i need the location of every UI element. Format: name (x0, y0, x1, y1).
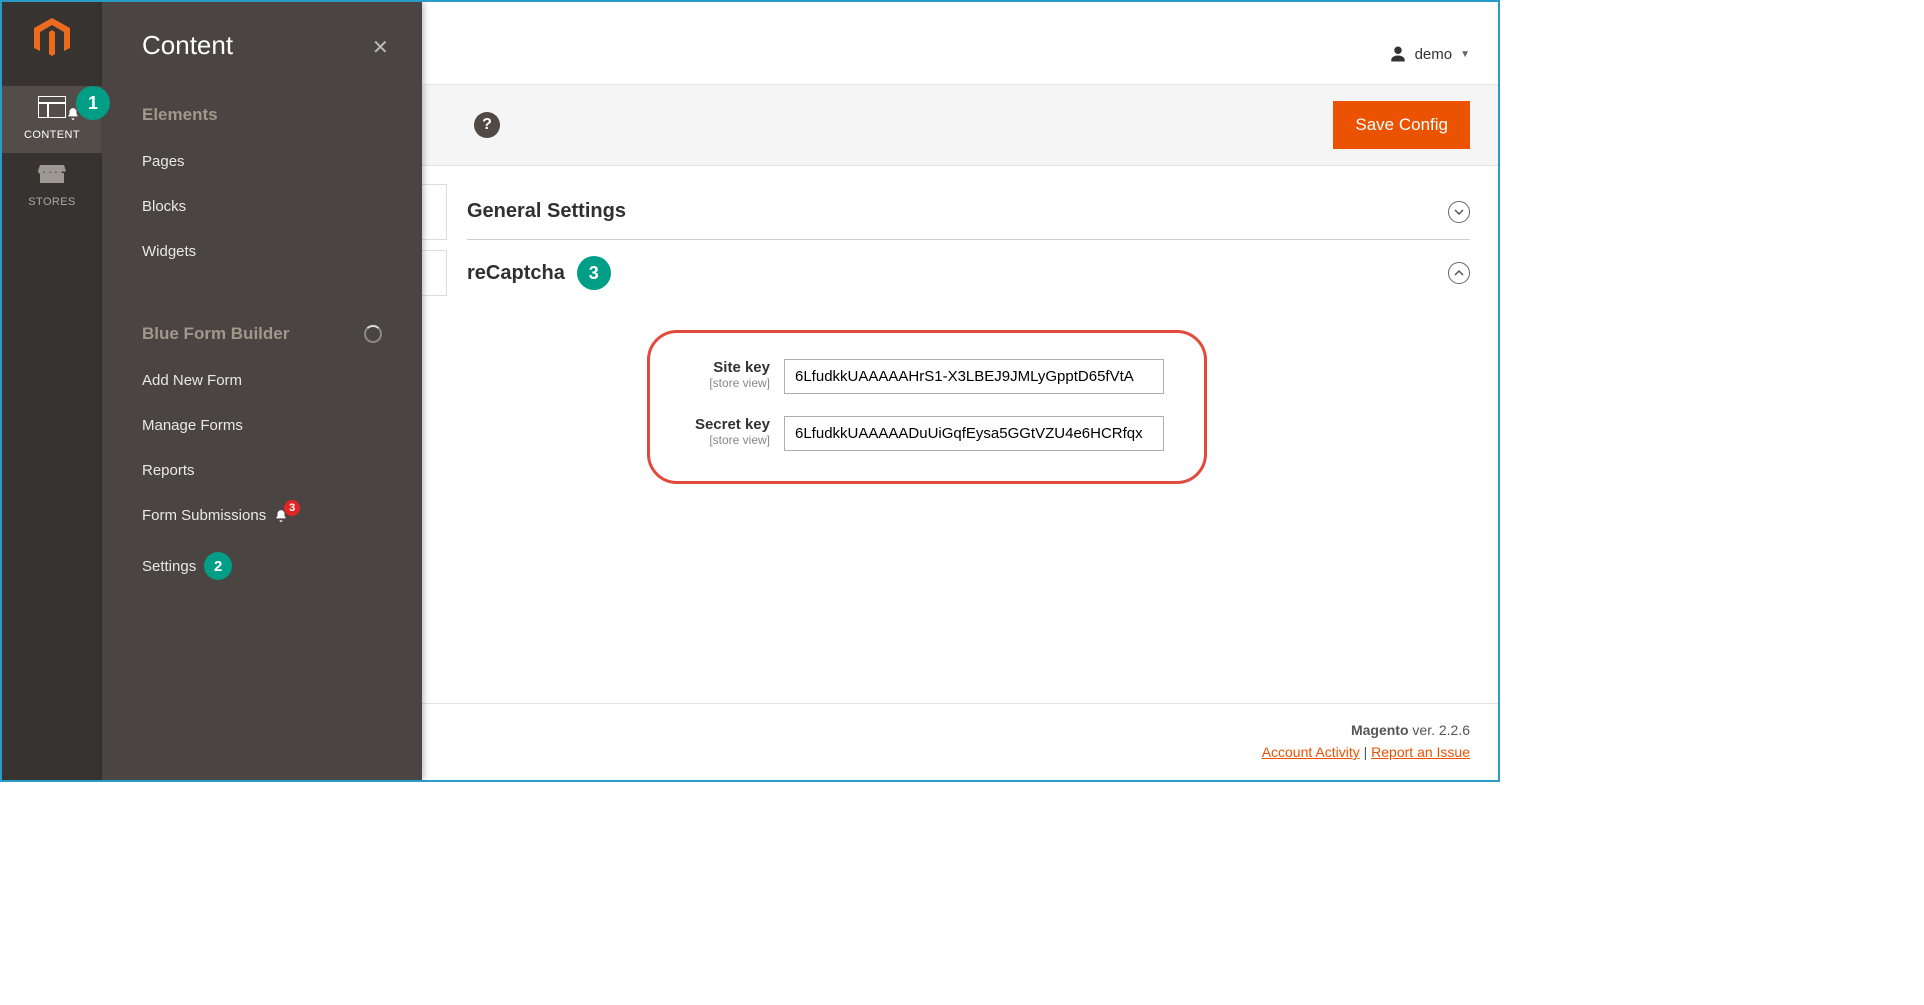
field-label: Site key (690, 359, 770, 376)
field-secret-key: Secret key [store view] (690, 416, 1164, 451)
report-issue-link[interactable]: Report an Issue (1371, 744, 1470, 760)
section-general-settings[interactable]: General Settings (467, 184, 1470, 240)
account-activity-link[interactable]: Account Activity (1262, 744, 1360, 760)
flyout-item-label: Form Submissions (142, 507, 266, 524)
collapse-icon (1448, 201, 1470, 223)
spinner-icon (364, 325, 382, 343)
recaptcha-fields-highlight: Site key [store view] Secret key [store … (647, 330, 1207, 484)
field-scope: [store view] (690, 433, 770, 447)
flyout-item-form-submissions[interactable]: Form Submissions 3 (102, 493, 422, 538)
version-label: Magento (1351, 722, 1409, 738)
annotation-callout-3: 3 (577, 256, 611, 290)
field-label: Secret key (690, 416, 770, 433)
section-title: General Settings (467, 200, 626, 223)
flyout-section-bfb: Blue Form Builder (102, 304, 422, 358)
annotation-callout-1: 1 (76, 86, 110, 120)
version-number: ver. 2.2.6 (1409, 722, 1470, 738)
flyout-item-add-new-form[interactable]: Add New Form (102, 358, 422, 403)
user-icon (1389, 45, 1407, 63)
field-scope: [store view] (690, 376, 770, 390)
rail-item-stores[interactable]: STORES (2, 153, 102, 220)
flyout-elements-list: Pages Blocks Widgets (102, 139, 422, 274)
magento-logo-icon[interactable] (30, 16, 74, 60)
rail-item-label: CONTENT (24, 129, 80, 141)
flyout-item-label: Settings (142, 558, 196, 575)
notification-bell-icon: 3 (274, 508, 300, 524)
flyout-item-settings[interactable]: Settings 2 (102, 538, 422, 594)
flyout-section-elements: Elements (102, 85, 422, 139)
annotation-callout-2: 2 (204, 552, 232, 580)
flyout-title: Content (142, 30, 233, 61)
site-key-input[interactable] (784, 359, 1164, 394)
help-icon[interactable]: ? (474, 112, 500, 138)
expand-icon (1448, 262, 1470, 284)
section-title: reCaptcha (467, 262, 565, 285)
user-name: demo (1415, 46, 1453, 63)
save-config-button[interactable]: Save Config (1333, 101, 1470, 149)
flyout-item-blocks[interactable]: Blocks (102, 184, 422, 229)
flyout-item-reports[interactable]: Reports (102, 448, 422, 493)
chevron-down-icon: ▼ (1460, 49, 1470, 60)
flyout-bfb-list: Add New Form Manage Forms Reports Form S… (102, 358, 422, 594)
stores-icon (2, 163, 102, 188)
section-recaptcha[interactable]: reCaptcha 3 (467, 240, 1470, 306)
content-flyout: Content ✕ Elements Pages Blocks Widgets … (102, 2, 422, 780)
flyout-item-pages[interactable]: Pages (102, 139, 422, 184)
notification-count-badge: 3 (284, 500, 300, 516)
close-icon[interactable]: ✕ (372, 35, 394, 57)
field-site-key: Site key [store view] (690, 359, 1164, 394)
flyout-item-widgets[interactable]: Widgets (102, 229, 422, 274)
user-menu[interactable]: demo ▼ (1389, 45, 1470, 63)
secret-key-input[interactable] (784, 416, 1164, 451)
rail-item-label: STORES (28, 196, 75, 208)
flyout-item-manage-forms[interactable]: Manage Forms (102, 403, 422, 448)
